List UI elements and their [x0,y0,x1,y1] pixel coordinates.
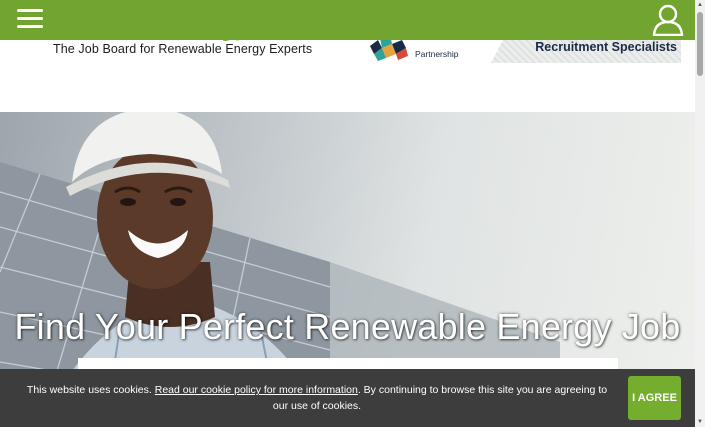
hamburger-menu-icon[interactable] [17,9,43,31]
cookie-banner: This website uses cookies. Read our cook… [0,369,695,427]
menu-line [17,9,43,12]
hero-title: Find Your Perfect Renewable Energy Job [14,306,681,347]
page: The Job Board for Renewable Energy Exper… [0,0,695,427]
vertical-scrollbar[interactable]: ▲ ▼ [695,0,705,427]
top-navbar [0,0,695,40]
sponsor-subtitle: Partnership [415,49,459,59]
scroll-down-arrow-icon[interactable]: ▼ [696,418,704,426]
user-account-icon[interactable] [652,3,684,36]
sponsor-tagline: Recruitment Specialists [535,40,677,54]
site-tagline: The Job Board for Renewable Energy Exper… [53,42,313,56]
menu-line [17,17,43,20]
scrollbar-thumb[interactable] [697,12,703,76]
cookie-policy-link[interactable]: Read our cookie policy for more informat… [155,384,358,396]
cookie-message: This website uses cookies. Read our cook… [22,382,612,414]
scroll-up-arrow-icon[interactable]: ▲ [696,1,704,9]
cookie-accept-button[interactable]: I AGREE [628,376,681,420]
menu-line [17,25,43,28]
cookie-text-before: This website uses cookies. [26,384,155,396]
